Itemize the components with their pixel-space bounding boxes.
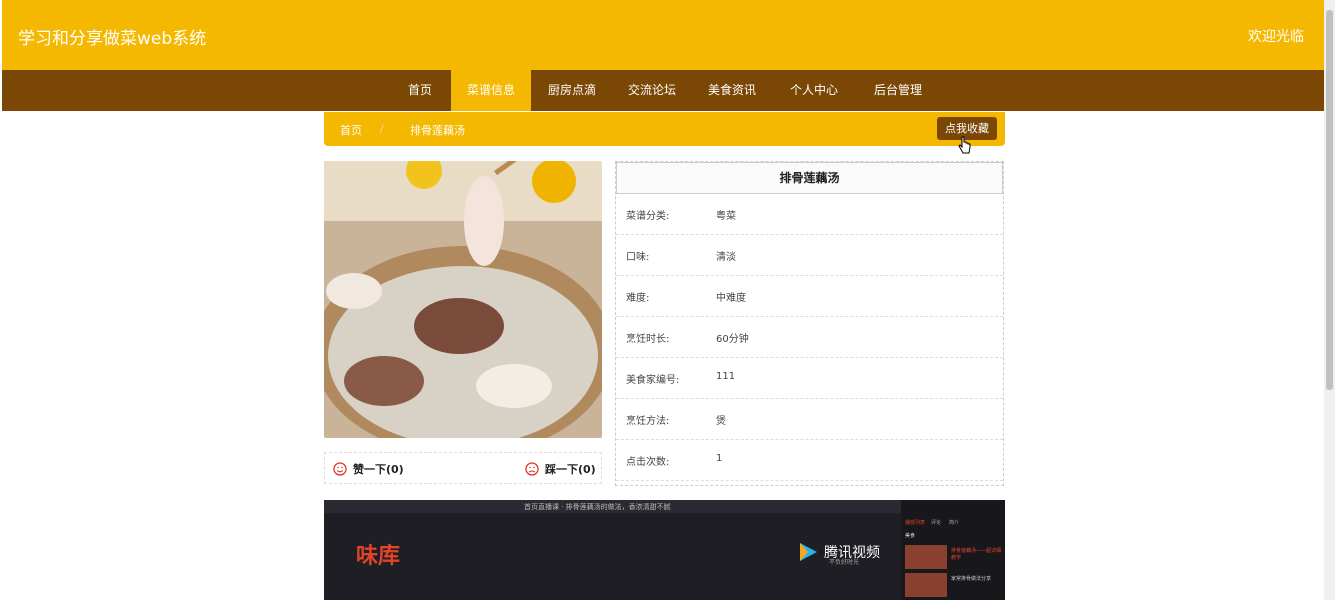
info-value: 煲 (716, 416, 726, 427)
info-row: 美食家编号: 111 (616, 358, 1003, 399)
recipe-title: 排骨莲藕汤 (616, 162, 1003, 194)
info-row: 难度: 中难度 (616, 276, 1003, 317)
like-bar: 赞一下(0) 踩一下(0) (324, 452, 602, 484)
smile-icon (333, 462, 347, 476)
info-row: 口味: 清淡 (616, 235, 1003, 276)
video-side-label: 美食 (905, 533, 916, 539)
video-tab-playlist[interactable]: 播放列表 (905, 519, 925, 526)
info-label: 烹饪时长: (626, 334, 670, 345)
info-value: 粤菜 (716, 211, 736, 222)
nav-item-forum[interactable]: 交流论坛 (613, 70, 691, 111)
video-logo-subtitle: 不负好时光 (829, 559, 860, 566)
dislike-button[interactable]: 踩一下(0) (525, 461, 596, 477)
info-label: 美食家编号: (626, 375, 680, 386)
nav-item-recipes[interactable]: 菜谱信息 (451, 70, 531, 111)
video-thumbnail[interactable] (905, 573, 947, 597)
info-label: 口味: (626, 252, 650, 263)
video-tab-intro[interactable]: 简介 (949, 519, 959, 526)
site-title[interactable]: 学习和分享做菜web系统 (18, 24, 206, 49)
hand-cursor-icon (958, 136, 971, 154)
info-row: 菜谱分类: 粤菜 (616, 194, 1003, 235)
nav-item-admin[interactable]: 后台管理 (857, 70, 939, 111)
nav-item-profile[interactable]: 个人中心 (773, 70, 855, 111)
video-tab-comments[interactable]: 评论 (931, 519, 941, 526)
video-thumbnail[interactable] (905, 545, 947, 569)
video-item-title[interactable]: 家常排骨做法分享 (951, 575, 991, 582)
like-label: 赞一下(0) (353, 463, 404, 476)
nav-item-home[interactable]: 首页 (390, 70, 450, 111)
info-label: 点击次数: (626, 457, 670, 468)
breadcrumb-separator: / (380, 122, 384, 135)
recipe-info-table: 排骨莲藕汤 菜谱分类: 粤菜 口味: 清淡 难度: 中难度 烹饪时长: 60分钟 美食家… (615, 161, 1004, 486)
like-button[interactable]: 赞一下(0) (333, 461, 404, 477)
breadcrumb-current: 排骨莲藕汤 (410, 124, 465, 137)
info-row: 烹饪方法: 煲 (616, 399, 1003, 440)
info-value: 60分钟 (716, 334, 749, 345)
info-label: 难度: (626, 293, 650, 304)
info-row: 点击次数: 1 (616, 440, 1003, 481)
info-value: 111 (716, 371, 736, 382)
info-label: 烹饪方法: (626, 416, 670, 427)
breadcrumb-home[interactable]: 首页 (340, 122, 362, 138)
video-title: 首页直播课 · 排骨莲藕汤的做法，香浓清甜不腻 (524, 503, 671, 511)
welcome-text: 欢迎光临 (1248, 29, 1304, 45)
tencent-video-logo-icon (800, 543, 817, 561)
info-value: 中难度 (716, 293, 746, 304)
video-sidebar: 播放列表 评论 简介 美食 排骨莲藕汤——超详细教学 家常排骨做法分享 (901, 500, 1005, 600)
frown-icon (525, 462, 539, 476)
scrollbar[interactable] (1324, 0, 1335, 600)
info-value: 1 (716, 453, 723, 464)
video-brand: 味库 (356, 544, 401, 569)
scrollbar-thumb[interactable] (1326, 10, 1333, 390)
info-label: 菜谱分类: (626, 211, 670, 222)
info-row: 烹饪时长: 60分钟 (616, 317, 1003, 358)
recipe-photo (324, 161, 602, 438)
info-value: 清淡 (716, 252, 736, 263)
video-top-bar: 首页直播课 · 排骨莲藕汤的做法，香浓清甜不腻 (324, 500, 901, 513)
nav-item-news[interactable]: 美食资讯 (693, 70, 771, 111)
dislike-label: 踩一下(0) (545, 463, 596, 476)
breadcrumb: 首页 / 排骨莲藕汤 点我收藏 (324, 112, 1005, 146)
video-player[interactable]: 首页直播课 · 排骨莲藕汤的做法，香浓清甜不腻 味库 腾讯视频 不负好时光 播放… (324, 500, 1005, 600)
site-header: 学习和分享做菜web系统 欢迎光临 (2, 0, 1324, 70)
nav-item-kitchen[interactable]: 厨房点滴 (533, 70, 611, 111)
main-nav: 首页 菜谱信息 厨房点滴 交流论坛 美食资讯 个人中心 后台管理 (2, 70, 1324, 111)
video-item-title[interactable]: 排骨莲藕汤——超详细教学 (951, 547, 1005, 561)
